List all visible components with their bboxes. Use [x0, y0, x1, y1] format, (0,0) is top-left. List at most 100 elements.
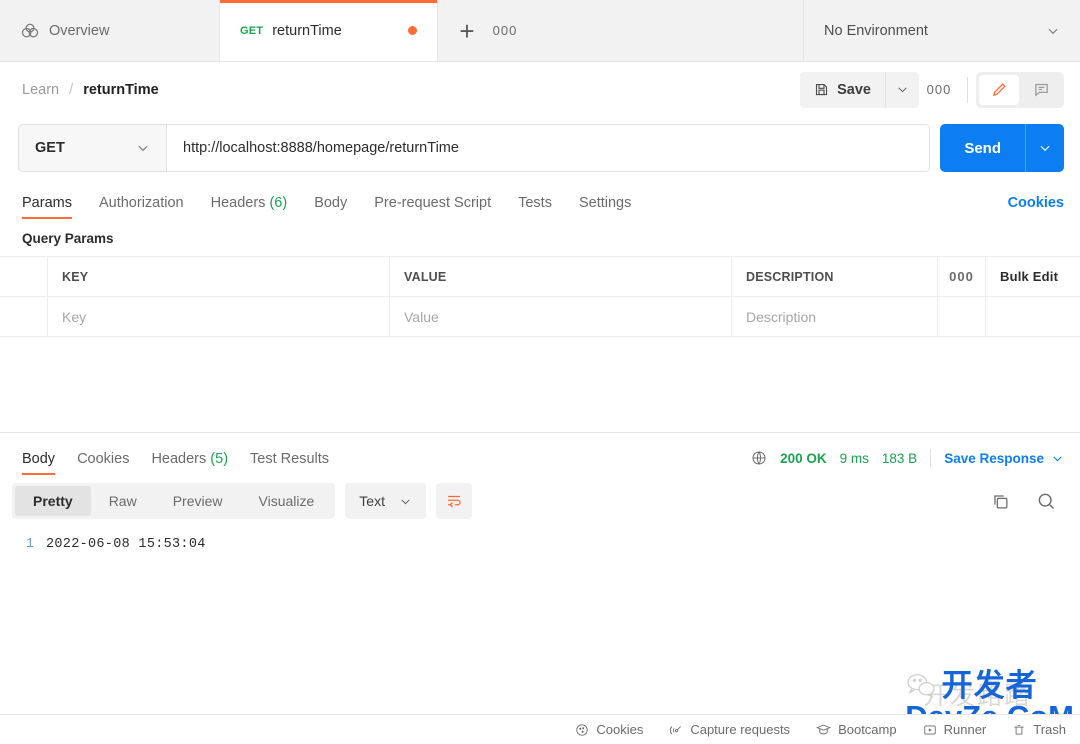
new-tab-button[interactable]: + [450, 14, 484, 48]
tab-overview-label: Overview [49, 23, 109, 39]
column-header-description: DESCRIPTION [732, 257, 938, 296]
word-wrap-button[interactable] [436, 483, 472, 519]
overview-icon [20, 21, 40, 41]
response-format-selector[interactable]: Text [345, 483, 426, 519]
tab-method-label: GET [240, 25, 263, 37]
copy-icon[interactable] [991, 492, 1010, 511]
breadcrumb-row: Learn / returnTime Save 000 [0, 62, 1080, 117]
cookie-icon [575, 723, 589, 737]
tab-more-button[interactable]: 000 [488, 14, 522, 48]
body-view-mode-group: Pretty Raw Preview Visualize [12, 483, 335, 519]
edit-mode-button[interactable] [979, 75, 1019, 105]
ellipsis-icon: 000 [927, 82, 952, 97]
response-meta: 200 OK 9 ms 183 B Save Response [751, 449, 1064, 475]
environment-selected-label: No Environment [824, 23, 928, 39]
view-mode-pretty[interactable]: Pretty [15, 486, 91, 516]
comment-icon [1033, 81, 1050, 98]
select-all-cell[interactable] [0, 257, 48, 296]
response-tab-headers[interactable]: Headers (5) [151, 451, 228, 475]
tab-pre-request-script[interactable]: Pre-request Script [374, 195, 491, 219]
tab-request-returntime[interactable]: GET returnTime [220, 0, 438, 61]
send-button[interactable]: Send [940, 124, 1025, 172]
tab-authorization[interactable]: Authorization [99, 195, 184, 219]
play-box-icon [923, 723, 937, 737]
key-placeholder: Key [62, 309, 86, 325]
save-button[interactable]: Save [800, 72, 885, 108]
breadcrumb-collection[interactable]: Learn [22, 82, 59, 98]
column-header-key: KEY [48, 257, 390, 296]
ellipsis-icon: 000 [949, 269, 974, 284]
status-bootcamp-button[interactable]: Bootcamp [816, 722, 897, 737]
url-row: GET http://localhost:8888/homepage/retur… [0, 117, 1080, 179]
table-options-button[interactable]: 000 [938, 257, 986, 296]
method-label: GET [35, 140, 65, 156]
save-response-button[interactable]: Save Response [944, 451, 1064, 466]
watermark-ghost-text: 开发路踏 [923, 676, 1031, 712]
response-time: 9 ms [840, 451, 869, 466]
description-input[interactable]: Description [732, 297, 938, 336]
toolbar-divider [967, 77, 968, 103]
url-bar: GET http://localhost:8888/homepage/retur… [18, 124, 930, 172]
tab-headers[interactable]: Headers (6) [211, 195, 288, 219]
meta-divider [930, 449, 931, 467]
row-checkbox[interactable] [0, 297, 48, 336]
request-more-button[interactable]: 000 [919, 72, 959, 108]
bulk-edit-button[interactable]: Bulk Edit [986, 257, 1080, 296]
response-tab-body[interactable]: Body [22, 451, 55, 475]
description-placeholder: Description [746, 309, 816, 325]
status-code: 200 OK [780, 451, 827, 466]
response-tab-body-label: Body [22, 451, 55, 467]
trash-icon [1012, 723, 1026, 737]
method-selector[interactable]: GET [19, 125, 167, 171]
tab-settings[interactable]: Settings [579, 195, 631, 219]
view-mode-raw[interactable]: Raw [91, 486, 155, 516]
tab-params[interactable]: Params [22, 195, 72, 219]
tab-request-label: returnTime [272, 23, 342, 39]
row-trailing-cell [986, 297, 1080, 336]
comment-mode-button[interactable] [1021, 75, 1061, 105]
status-runner-button[interactable]: Runner [923, 722, 987, 737]
request-tabs: Params Authorization Headers (6) Body Pr… [0, 179, 1080, 219]
value-input[interactable]: Value [390, 297, 732, 336]
save-response-label: Save Response [944, 451, 1044, 466]
view-mode-preview[interactable]: Preview [155, 486, 241, 516]
tab-actions: + 000 [438, 0, 804, 61]
request-actions: Save 000 [800, 72, 1064, 108]
status-capture-requests-button[interactable]: Capture requests [669, 722, 790, 737]
query-params-table: KEY VALUE DESCRIPTION 000 Bulk Edit Key … [0, 256, 1080, 337]
status-bootcamp-label: Bootcamp [838, 722, 897, 737]
view-mode-visualize[interactable]: Visualize [241, 486, 333, 516]
status-cookies-button[interactable]: Cookies [575, 722, 643, 737]
response-tab-test-results[interactable]: Test Results [250, 451, 329, 475]
tab-overview[interactable]: Overview [0, 0, 220, 61]
response-size: 183 B [882, 451, 917, 466]
response-tab-cookies[interactable]: Cookies [77, 451, 129, 475]
send-dropdown-button[interactable] [1025, 124, 1064, 172]
cookies-link[interactable]: Cookies [1008, 195, 1064, 219]
table-row: Key Value Description [0, 297, 1080, 337]
response-tabs: Body Cookies Headers (5) Test Results 20… [0, 433, 1080, 475]
url-input[interactable]: http://localhost:8888/homepage/returnTim… [167, 125, 929, 171]
word-wrap-icon [445, 492, 463, 510]
tab-pre-request-script-label: Pre-request Script [374, 195, 491, 211]
status-capture-requests-label: Capture requests [690, 722, 790, 737]
globe-icon [751, 450, 767, 466]
environment-selector[interactable]: No Environment [804, 0, 1080, 61]
ellipsis-icon: 000 [493, 23, 518, 38]
status-runner-label: Runner [944, 722, 987, 737]
response-body-code[interactable]: 1 2022-06-08 15:53:04 [0, 527, 1080, 677]
save-dropdown-button[interactable] [885, 72, 919, 108]
satellite-icon [669, 723, 683, 737]
breadcrumb: Learn / returnTime [22, 82, 159, 98]
column-header-value: VALUE [390, 257, 732, 296]
search-icon[interactable] [1036, 491, 1056, 511]
tab-authorization-label: Authorization [99, 195, 184, 211]
pencil-icon [991, 81, 1008, 98]
tab-body[interactable]: Body [314, 195, 347, 219]
response-section: Body Cookies Headers (5) Test Results 20… [0, 432, 1080, 677]
tab-tests[interactable]: Tests [518, 195, 552, 219]
key-input[interactable]: Key [48, 297, 390, 336]
status-cookies-label: Cookies [596, 722, 643, 737]
response-format-label: Text [359, 493, 385, 509]
status-trash-button[interactable]: Trash [1012, 722, 1066, 737]
